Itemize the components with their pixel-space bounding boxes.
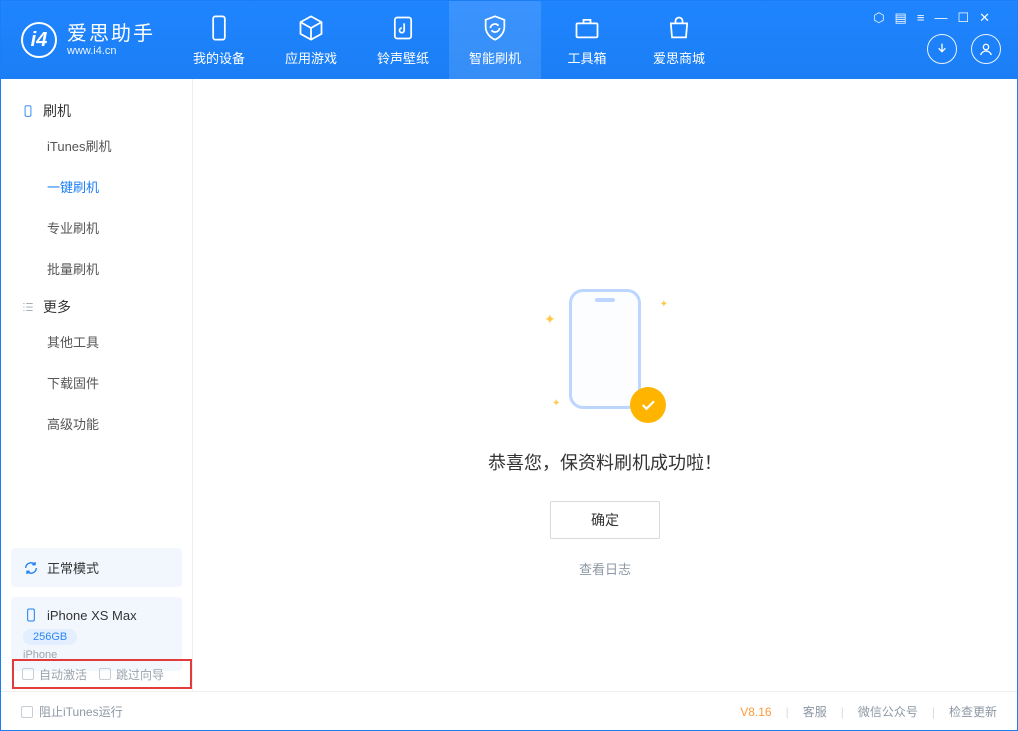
- sparkle-icon: ✦: [544, 311, 556, 328]
- nav-label: 我的设备: [193, 48, 245, 67]
- list-icon: [21, 300, 35, 314]
- phone-outline-icon: [569, 289, 641, 409]
- sidebar-item-pro[interactable]: 专业刷机: [1, 207, 192, 248]
- checkbox-label: 阻止iTunes运行: [39, 703, 123, 720]
- nav-label: 工具箱: [567, 48, 606, 67]
- shield-refresh-icon: [481, 14, 509, 42]
- sidebar-group-more: 更多: [1, 289, 192, 321]
- nav-label: 铃声壁纸: [377, 48, 429, 67]
- mode-label: 正常模式: [47, 558, 99, 577]
- note-icon: [389, 14, 417, 42]
- nav-my-device[interactable]: 我的设备: [173, 1, 265, 79]
- ok-button[interactable]: 确定: [550, 501, 660, 539]
- sparkle-icon: ✦: [552, 398, 560, 409]
- sidebar-item-itunes[interactable]: iTunes刷机: [1, 125, 192, 166]
- checkbox-icon: [22, 668, 34, 680]
- phone-icon: [205, 14, 233, 42]
- menu-icon[interactable]: ≡: [917, 10, 925, 26]
- sidebar-group-flash: 刷机: [1, 93, 192, 125]
- skip-guide-checkbox[interactable]: 跳过向导: [99, 666, 164, 683]
- success-panel: ✦ ✦ ✦ 恭喜您，保资料刷机成功啦！ 确定 查看日志: [365, 289, 845, 578]
- user-icon: [978, 41, 994, 57]
- sidebar-item-batch[interactable]: 批量刷机: [1, 248, 192, 289]
- device-capacity: 256GB: [23, 629, 77, 645]
- close-icon[interactable]: ✕: [979, 10, 990, 26]
- maximize-icon[interactable]: ☐: [957, 10, 969, 26]
- group-label: 刷机: [43, 101, 71, 121]
- minimize-icon[interactable]: —: [934, 10, 947, 26]
- phone-small-icon: [23, 607, 39, 623]
- support-link[interactable]: 客服: [803, 703, 827, 720]
- check-badge-icon: [630, 387, 666, 423]
- sidebar-item-advanced[interactable]: 高级功能: [1, 403, 192, 444]
- nav-apps[interactable]: 应用游戏: [265, 1, 357, 79]
- view-log-link[interactable]: 查看日志: [365, 559, 845, 578]
- highlighted-options: 自动激活 跳过向导: [12, 659, 192, 689]
- nav-ringtone[interactable]: 铃声壁纸: [357, 1, 449, 79]
- statusbar: 阻止iTunes运行 V8.16 | 客服 | 微信公众号 | 检查更新: [1, 691, 1017, 731]
- nav-label: 爱思商城: [653, 48, 705, 67]
- block-itunes-checkbox[interactable]: 阻止iTunes运行: [21, 703, 123, 720]
- mode-card[interactable]: 正常模式: [11, 548, 182, 587]
- nav-toolbox[interactable]: 工具箱: [541, 1, 633, 79]
- nav-flash[interactable]: 智能刷机: [449, 1, 541, 79]
- bag-icon: [665, 14, 693, 42]
- statusbar-right: V8.16 | 客服 | 微信公众号 | 检查更新: [740, 703, 997, 720]
- topbar: i4 爱思助手 www.i4.cn 我的设备 应用游戏 铃声壁纸 智能刷机 工具…: [1, 1, 1017, 79]
- success-message: 恭喜您，保资料刷机成功啦！: [365, 449, 845, 475]
- version-label: V8.16: [740, 705, 771, 719]
- refresh-icon: [23, 560, 39, 576]
- success-illustration: ✦ ✦ ✦: [550, 289, 660, 419]
- checkbox-label: 跳过向导: [116, 666, 164, 683]
- body: 刷机 iTunes刷机 一键刷机 专业刷机 批量刷机 更多 其他工具 下载固件 …: [1, 79, 1017, 691]
- sparkle-icon: ✦: [660, 299, 668, 310]
- logo-badge-icon: i4: [21, 22, 57, 58]
- nav-label: 应用游戏: [285, 48, 337, 67]
- nav-label: 智能刷机: [469, 48, 521, 67]
- window-controls: ⬡ ▤ ≡ — ☐ ✕: [873, 10, 990, 26]
- note-icon[interactable]: ▤: [895, 10, 907, 26]
- checkbox-icon: [99, 668, 111, 680]
- nav-mall[interactable]: 爱思商城: [633, 1, 725, 79]
- app-logo[interactable]: i4 爱思助手 www.i4.cn: [1, 1, 173, 79]
- account-button[interactable]: [971, 34, 1001, 64]
- sidebar-item-other[interactable]: 其他工具: [1, 321, 192, 362]
- device-icon: [21, 104, 35, 118]
- checkbox-icon: [21, 706, 33, 718]
- briefcase-icon: [573, 14, 601, 42]
- sidebar-item-oneclick[interactable]: 一键刷机: [1, 166, 192, 207]
- feedback-icon[interactable]: ⬡: [873, 10, 884, 26]
- check-update-link[interactable]: 检查更新: [949, 703, 997, 720]
- logo-text: 爱思助手 www.i4.cn: [67, 23, 155, 57]
- cube-icon: [297, 14, 325, 42]
- main-panel: ✦ ✦ ✦ 恭喜您，保资料刷机成功啦！ 确定 查看日志: [193, 79, 1017, 691]
- group-label: 更多: [43, 297, 71, 317]
- download-button[interactable]: [927, 34, 957, 64]
- download-icon: [934, 41, 950, 57]
- sidebar-item-firmware[interactable]: 下载固件: [1, 362, 192, 403]
- app-name: 爱思助手: [67, 23, 155, 45]
- auto-activate-checkbox[interactable]: 自动激活: [22, 666, 87, 683]
- app-site: www.i4.cn: [67, 45, 155, 57]
- main-nav: 我的设备 应用游戏 铃声壁纸 智能刷机 工具箱 爱思商城: [173, 1, 725, 79]
- wechat-link[interactable]: 微信公众号: [858, 703, 918, 720]
- sidebar: 刷机 iTunes刷机 一键刷机 专业刷机 批量刷机 更多 其他工具 下载固件 …: [1, 79, 193, 691]
- checkbox-label: 自动激活: [39, 666, 87, 683]
- device-model: iPhone XS Max: [47, 608, 137, 623]
